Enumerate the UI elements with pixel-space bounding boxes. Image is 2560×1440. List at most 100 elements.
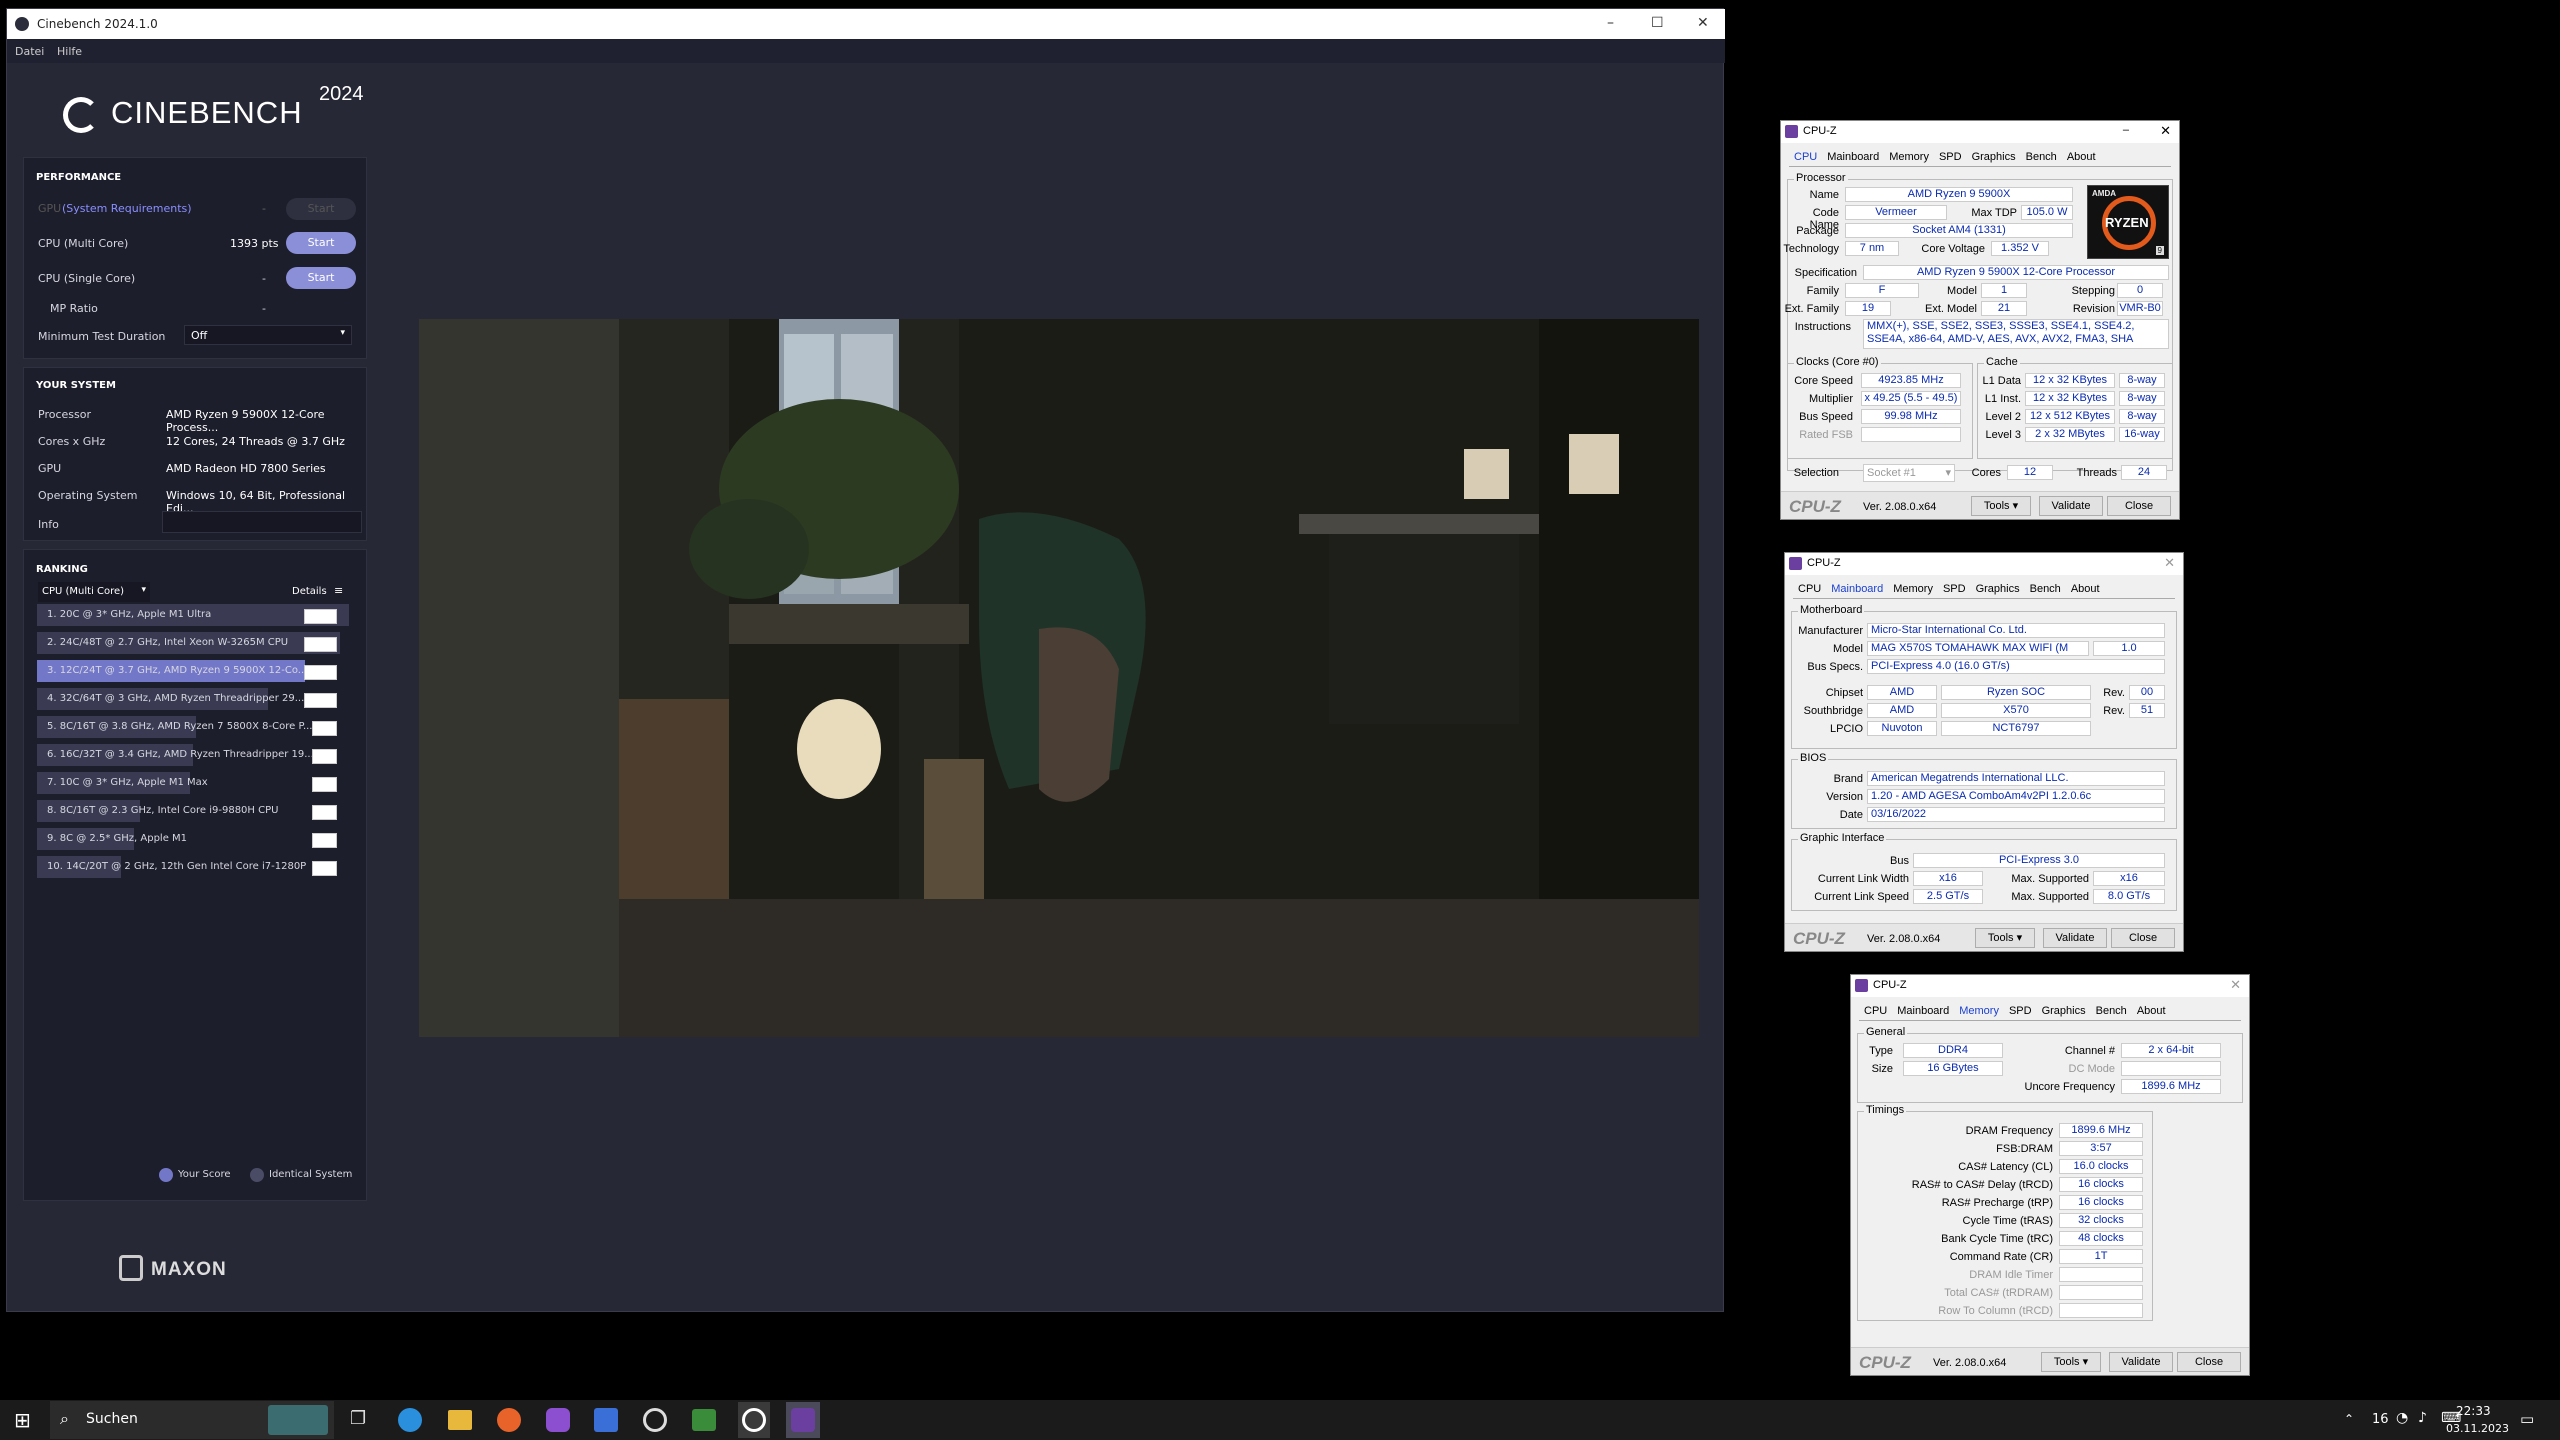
tab-memory[interactable]: Memory [1954, 1003, 2004, 1019]
cpuz-taskbar-icon[interactable] [791, 1408, 815, 1432]
close-icon[interactable]: ✕ [2160, 123, 2171, 139]
details-button[interactable]: Details [292, 586, 327, 597]
menu-hilfe[interactable]: Hilfe [57, 45, 82, 58]
cinebench-taskbar-icon[interactable] [643, 1408, 667, 1432]
tab-spd[interactable]: SPD [1934, 149, 1967, 165]
chevron-down-icon: ▾ [2016, 932, 2023, 944]
firefox-icon[interactable] [497, 1408, 521, 1432]
cpu-multi-start-button[interactable]: Start [286, 232, 356, 254]
notification-icon[interactable]: ▭ [2520, 1410, 2534, 1428]
close-button[interactable]: Close [2177, 1352, 2241, 1372]
task-view-icon[interactable]: ❐ [350, 1408, 366, 1429]
tools-label: Tools [2053, 1356, 2080, 1368]
timing-value: 1T [2059, 1249, 2143, 1264]
selection-select[interactable]: Socket #1 ▾ [1863, 464, 1955, 482]
model-revision: 1.0 [2093, 641, 2165, 656]
tab-mainboard[interactable]: Mainboard [1892, 1003, 1954, 1019]
search-box[interactable]: ⌕ Suchen [50, 1401, 334, 1439]
ranking-row[interactable]: 4. 32C/64T @ 3 GHz, AMD Ryzen Threadripp… [37, 688, 349, 710]
file-explorer-icon[interactable] [448, 1410, 472, 1430]
tab-about[interactable]: About [2062, 149, 2101, 165]
menu-datei[interactable]: Datei [15, 45, 44, 58]
ranking-row[interactable]: 5. 8C/16T @ 3.8 GHz, AMD Ryzen 7 5800X 8… [37, 716, 349, 738]
gpu-start-button[interactable]: Start [286, 198, 356, 220]
tab-cpu[interactable]: CPU [1859, 1003, 1892, 1019]
tools-button[interactable]: Tools ▾ [1971, 496, 2031, 516]
app-icon[interactable] [546, 1408, 570, 1432]
manufacturer-label: Manufacturer [1798, 625, 1863, 637]
tab-spd[interactable]: SPD [1938, 581, 1971, 597]
system-requirements-link[interactable]: (System Requirements) [62, 202, 192, 215]
tab-bench[interactable]: Bench [2021, 149, 2062, 165]
cinebench-active-icon[interactable] [742, 1408, 766, 1432]
ranking-row[interactable]: 10. 14C/20T @ 2 GHz, 12th Gen Intel Core… [37, 856, 349, 878]
ranking-score: 1625 [304, 609, 337, 624]
tab-bench[interactable]: Bench [2091, 1003, 2132, 1019]
volume-icon[interactable]: ♪ [2418, 1410, 2427, 1426]
clock-date[interactable]: 03.11.2023 [2446, 1422, 2509, 1435]
maximize-icon[interactable]: ☐ [1651, 15, 1664, 31]
validate-button[interactable]: Validate [2043, 928, 2107, 948]
close-icon[interactable]: ✕ [2164, 555, 2175, 571]
bus-speed-label: Bus Speed [1799, 411, 1853, 423]
duration-select[interactable]: Off ▾ [184, 325, 352, 345]
processor-label: Processor [38, 408, 91, 421]
tab-cpu[interactable]: CPU [1789, 149, 1822, 165]
window-title: CPU-Z [1807, 557, 1841, 569]
terminal-icon[interactable] [692, 1409, 716, 1431]
filter-icon[interactable]: ≡ [334, 584, 343, 597]
tab-graphics[interactable]: Graphics [2037, 1003, 2091, 1019]
chevron-down-icon: ▾ [2012, 500, 2019, 512]
tab-mainboard[interactable]: Mainboard [1826, 581, 1888, 597]
ranking-row[interactable]: 2. 24C/48T @ 2.7 GHz, Intel Xeon W-3265M… [37, 632, 349, 654]
tab-spd[interactable]: SPD [2004, 1003, 2037, 1019]
cpuz-app-icon [1789, 557, 1802, 570]
close-button[interactable]: Close [2111, 928, 2175, 948]
tab-memory[interactable]: Memory [1884, 149, 1934, 165]
tab-about[interactable]: About [2066, 581, 2105, 597]
cpu-single-start-button[interactable]: Start [286, 267, 356, 289]
ranking-row[interactable]: 9. 8C @ 2.5* GHz, Apple M1 509 [37, 828, 349, 850]
ranking-row[interactable]: 1. 20C @ 3* GHz, Apple M1 Ultra 1625 [37, 604, 349, 626]
ranking-row[interactable]: 6. 16C/32T @ 3.4 GHz, AMD Ryzen Threadri… [37, 744, 349, 766]
tab-graphics[interactable]: Graphics [1971, 581, 2025, 597]
minimize-icon[interactable]: – [2123, 124, 2129, 136]
ranking-label: 2. 24C/48T @ 2.7 GHz, Intel Xeon W-3265M… [47, 637, 289, 648]
close-icon[interactable]: ✕ [2230, 977, 2241, 993]
l3-label: Level 3 [1985, 429, 2021, 441]
gpu-label: GPU [38, 202, 62, 215]
chevron-up-icon[interactable]: ⌃ [2344, 1412, 2354, 1426]
tab-about[interactable]: About [2132, 1003, 2171, 1019]
group-label: BIOS [1798, 752, 1829, 764]
tab-bench[interactable]: Bench [2025, 581, 2066, 597]
tab-graphics[interactable]: Graphics [1967, 149, 2021, 165]
cpuz-brand: CPU-Z [1859, 1353, 1911, 1372]
ranking-row-highlight[interactable]: 3. 12C/24T @ 3.7 GHz, AMD Ryzen 9 5900X … [37, 660, 349, 682]
validate-button[interactable]: Validate [2039, 496, 2103, 516]
minimize-icon[interactable]: – [1607, 15, 1614, 31]
tab-memory[interactable]: Memory [1888, 581, 1938, 597]
validate-button[interactable]: Validate [2109, 1352, 2173, 1372]
info-field[interactable] [162, 511, 362, 533]
windows-start-icon[interactable]: ⊞ [14, 1408, 31, 1432]
network-icon[interactable]: ◔ [2396, 1410, 2408, 1426]
threads-label: Threads [2076, 467, 2117, 479]
edge-icon[interactable] [398, 1408, 422, 1432]
ranking-row[interactable]: 8. 8C/16T @ 2.3 GHz, Intel Core i9-9880H… [37, 800, 349, 822]
clock-time[interactable]: 22:33 [2456, 1404, 2491, 1418]
tools-button[interactable]: Tools ▾ [2041, 1352, 2101, 1372]
store-icon[interactable] [594, 1408, 618, 1432]
tab-cpu[interactable]: CPU [1793, 581, 1826, 597]
family-label: Family [1806, 285, 1839, 297]
close-icon[interactable]: ✕ [1697, 15, 1709, 31]
window-title: Cinebench 2024.1.0 [37, 17, 158, 31]
instructions-label: Instructions [1794, 321, 1851, 333]
timing-label: Bank Cycle Time (tRC) [1941, 1233, 2053, 1245]
tools-button[interactable]: Tools ▾ [1975, 928, 2035, 948]
ranking-select[interactable]: CPU (Multi Core) ▾ [38, 582, 150, 602]
ranking-label: 1. 20C @ 3* GHz, Apple M1 Ultra [47, 609, 212, 620]
close-button[interactable]: Close [2107, 496, 2171, 516]
tab-mainboard[interactable]: Mainboard [1822, 149, 1884, 165]
ranking-score: 810 [312, 749, 337, 764]
ranking-row[interactable]: 7. 10C @ 3* GHz, Apple M1 Max 791 [37, 772, 349, 794]
